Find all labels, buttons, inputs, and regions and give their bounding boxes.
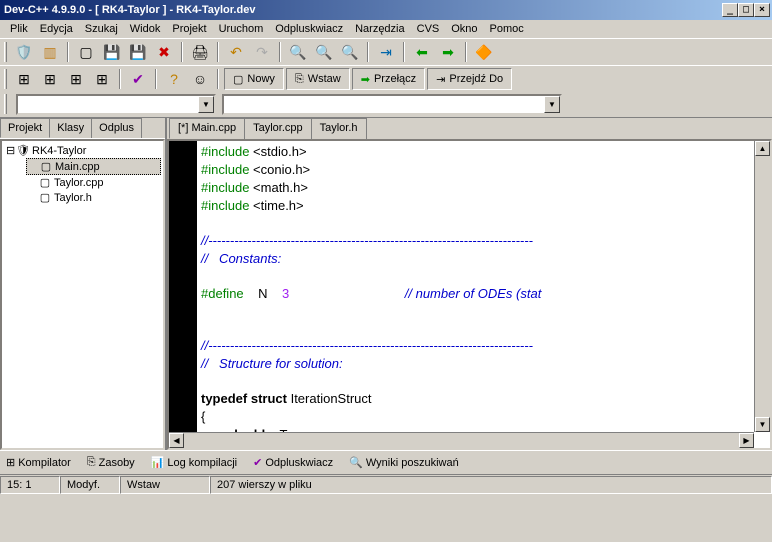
grid4-icon[interactable]: ⊞ <box>90 68 114 90</box>
menu-plik[interactable]: Plik <box>4 21 34 37</box>
chart-icon: 📊 <box>151 456 165 469</box>
przejdz-button[interactable]: ⇥ Przejdź Do <box>427 68 512 90</box>
maximize-button[interactable]: □ <box>738 3 754 17</box>
file-icon: ▢ <box>38 191 52 204</box>
menu-odpluskwiacz[interactable]: Odpluskwiacz <box>269 21 349 37</box>
window-title: Dev-C++ 4.9.9.0 - [ RK4-Taylor ] - RK4-T… <box>2 4 722 16</box>
grid1-icon[interactable]: ⊞ <box>12 68 36 90</box>
menu-szukaj[interactable]: Szukaj <box>79 21 124 37</box>
search-icon: 🔍 <box>349 456 363 469</box>
menu-cvs[interactable]: CVS <box>411 21 446 37</box>
chevron-down-icon: ▼ <box>198 96 214 113</box>
toolbar-2: ⊞ ⊞ ⊞ ⊞ ✔ ? ☺ ▢ Nowy ⎘ Wstaw ➡ Przełącz … <box>0 65 772 92</box>
combo-row: ▼ ▼ <box>0 92 772 117</box>
editor-panel: [*] Main.cpp Taylor.cpp Taylor.h #includ… <box>167 118 772 450</box>
tab-zasoby[interactable]: ⎘ Zasoby <box>87 456 135 469</box>
tab-odpluskwiacz[interactable]: ✔ Odpluskwiacz <box>253 456 333 469</box>
scroll-left-icon: ◀ <box>169 433 184 448</box>
status-modif: Modyf. <box>60 476 120 494</box>
findnext-icon[interactable]: 🔍 <box>338 41 362 63</box>
shield-icon[interactable]: 🛡️ <box>12 41 36 63</box>
status-ins: Wstaw <box>120 476 210 494</box>
grid-icon: ⊞ <box>6 456 15 469</box>
app-icon[interactable]: 🔶 <box>472 41 496 63</box>
tab-kompilator[interactable]: ⊞ Kompilator <box>6 456 71 469</box>
doc-icon[interactable]: ▥ <box>38 41 62 63</box>
przelacz-button[interactable]: ➡ Przełącz <box>352 68 425 90</box>
tree-file[interactable]: ▢Main.cpp <box>26 158 161 175</box>
toolbar-1: 🛡️ ▥ ▢ 💾 💾 ✖ 🖨 ↶ ↷ 🔍 🔍 🔍 ⇥ ⬅ ➡ 🔶 <box>0 38 772 65</box>
find-icon[interactable]: 🔍 <box>286 41 310 63</box>
fwd-icon[interactable]: ➡ <box>436 41 460 63</box>
menu-edycja[interactable]: Edycja <box>34 21 79 37</box>
horizontal-scrollbar[interactable]: ◀ ▶ <box>169 432 754 448</box>
print-icon[interactable]: 🖨 <box>188 41 212 63</box>
project-panel: Projekt Klasy Odplus 🛡RK4-Taylor ▢Main.c… <box>0 118 167 450</box>
project-tree[interactable]: 🛡RK4-Taylor ▢Main.cpp ▢Taylor.cpp ▢Taylo… <box>0 139 165 450</box>
grid2-icon[interactable]: ⊞ <box>38 68 62 90</box>
status-lines: 207 wierszy w pliku <box>210 476 772 494</box>
editor-tab-taylor-h[interactable]: Taylor.h <box>311 118 367 139</box>
menu-projekt[interactable]: Projekt <box>166 21 212 37</box>
combo-2[interactable]: ▼ <box>222 94 562 115</box>
menu-pomoc[interactable]: Pomoc <box>484 21 530 37</box>
scroll-up-icon: ▲ <box>755 141 770 156</box>
status-bar: 15: 1 Modyf. Wstaw 207 wierszy w pliku <box>0 474 772 494</box>
nowy-button[interactable]: ▢ Nowy <box>224 68 284 90</box>
redo-icon[interactable]: ↷ <box>250 41 274 63</box>
menu-narzedzia[interactable]: Narzędzia <box>349 21 411 37</box>
tab-log[interactable]: 📊 Log kompilacji <box>151 456 237 469</box>
save-icon[interactable]: 💾 <box>100 41 124 63</box>
goto-icon[interactable]: ⇥ <box>374 41 398 63</box>
tree-file[interactable]: ▢Taylor.h <box>26 190 161 205</box>
vertical-scrollbar[interactable]: ▲ ▼ <box>754 141 770 432</box>
tree-root[interactable]: 🛡RK4-Taylor <box>4 143 161 158</box>
undo-icon[interactable]: ↶ <box>224 41 248 63</box>
file-icon: ▢ <box>38 176 52 189</box>
editor-tab-taylor-cpp[interactable]: Taylor.cpp <box>244 118 312 139</box>
scroll-down-icon: ▼ <box>755 417 770 432</box>
grid3-icon[interactable]: ⊞ <box>64 68 88 90</box>
shield-icon: 🛡 <box>16 144 30 157</box>
chevron-down-icon: ▼ <box>544 96 560 113</box>
code-editor[interactable]: #include <stdio.h> #include <conio.h> #i… <box>197 141 770 448</box>
close-icon[interactable]: ✖ <box>152 41 176 63</box>
status-pos: 15: 1 <box>0 476 60 494</box>
tree-file[interactable]: ▢Taylor.cpp <box>26 175 161 190</box>
editor-tab-main[interactable]: [*] Main.cpp <box>169 118 245 139</box>
check-icon: ✔ <box>253 456 262 469</box>
saveall-icon[interactable]: 💾 <box>126 41 150 63</box>
help-icon[interactable]: ? <box>162 68 186 90</box>
new-icon[interactable]: ▢ <box>74 41 98 63</box>
minimize-button[interactable]: _ <box>722 3 738 17</box>
editor-gutter <box>169 141 197 448</box>
menu-bar: Plik Edycja Szukaj Widok Projekt Uruchom… <box>0 20 772 38</box>
close-button[interactable]: × <box>754 3 770 17</box>
combo-1[interactable]: ▼ <box>16 94 216 115</box>
replace-icon[interactable]: 🔍 <box>312 41 336 63</box>
tab-klasy[interactable]: Klasy <box>49 118 92 138</box>
title-bar: Dev-C++ 4.9.9.0 - [ RK4-Taylor ] - RK4-T… <box>0 0 772 20</box>
wstaw-button[interactable]: ⎘ Wstaw <box>286 68 350 90</box>
bottom-tabs: ⊞ Kompilator ⎘ Zasoby 📊 Log kompilacji ✔… <box>0 450 772 474</box>
tab-odplus[interactable]: Odplus <box>91 118 142 138</box>
scroll-right-icon: ▶ <box>739 433 754 448</box>
menu-widok[interactable]: Widok <box>124 21 167 37</box>
back-icon[interactable]: ⬅ <box>410 41 434 63</box>
check-icon[interactable]: ✔ <box>126 68 150 90</box>
menu-uruchom[interactable]: Uruchom <box>213 21 270 37</box>
about-icon[interactable]: ☺ <box>188 68 212 90</box>
copy-icon: ⎘ <box>87 456 96 469</box>
tab-projekt[interactable]: Projekt <box>0 118 50 138</box>
tab-wyniki[interactable]: 🔍 Wyniki poszukiwań <box>349 456 459 469</box>
file-icon: ▢ <box>39 160 53 173</box>
menu-okno[interactable]: Okno <box>445 21 483 37</box>
